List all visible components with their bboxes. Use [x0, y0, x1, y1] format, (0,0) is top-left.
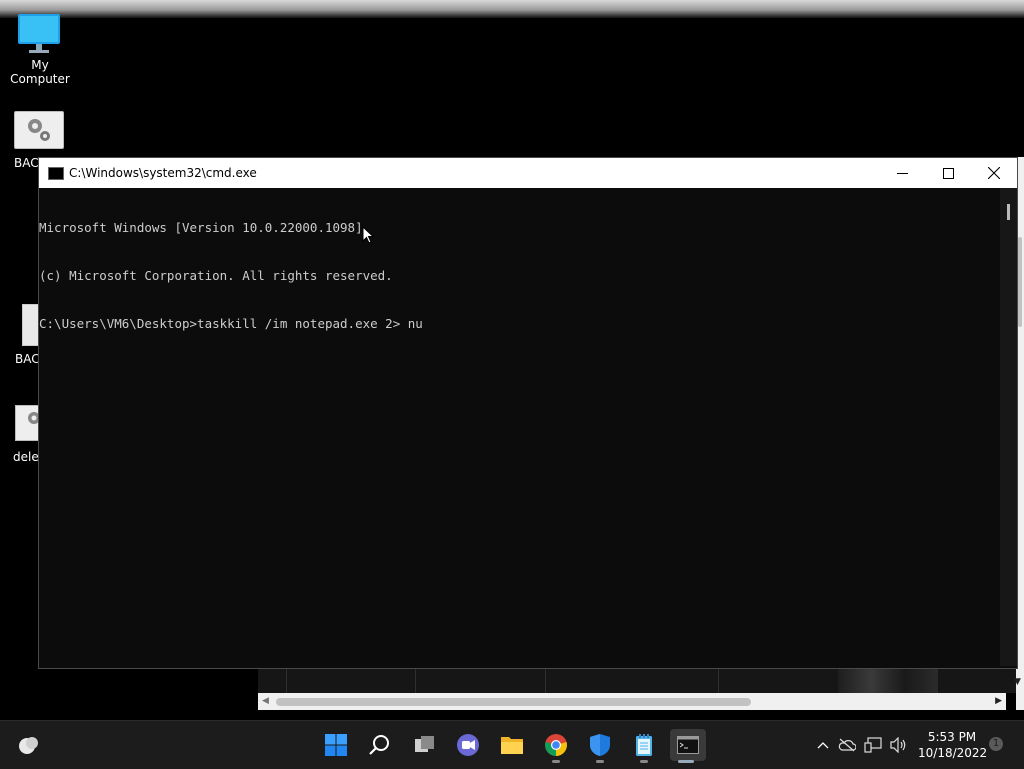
onedrive-tray-button[interactable] — [836, 721, 858, 769]
teams-chat-icon — [457, 734, 479, 756]
maximize-icon — [942, 167, 954, 179]
running-indicator — [596, 760, 604, 763]
cmd-app-icon — [48, 167, 64, 180]
defender-button[interactable] — [584, 729, 616, 763]
running-indicator — [640, 760, 648, 763]
notepad-icon — [636, 734, 652, 756]
chrome-icon — [545, 734, 567, 756]
background-window-edge — [0, 0, 1024, 18]
console-output[interactable]: Microsoft Windows [Version 10.0.22000.10… — [39, 188, 999, 666]
defender-icon — [590, 734, 610, 756]
running-indicator — [552, 760, 560, 763]
show-hidden-icons-button[interactable] — [812, 721, 834, 769]
minimize-button[interactable] — [879, 158, 925, 188]
network-tray-button[interactable] — [862, 721, 884, 769]
task-view-icon — [415, 736, 434, 752]
search-button[interactable] — [364, 729, 396, 761]
close-icon — [988, 167, 1000, 179]
volume-tray-button[interactable] — [888, 721, 910, 769]
start-icon — [325, 734, 347, 756]
background-window-content — [258, 667, 1024, 693]
desktop-icon-label: BAC — [15, 352, 40, 366]
cmd-taskbar-button[interactable] — [670, 729, 706, 763]
mouse-cursor-icon — [362, 226, 374, 244]
monitor-icon — [18, 14, 60, 53]
widgets-icon — [19, 737, 38, 754]
desktop-icon-label: BAC — [14, 156, 39, 170]
taskbar: 5:53 PM 10/18/2022 — [0, 720, 1024, 769]
scrollbar-thumb[interactable] — [276, 698, 751, 706]
minimize-icon — [896, 172, 908, 174]
chevron-up-icon — [817, 742, 829, 749]
task-view-button[interactable] — [409, 729, 441, 761]
cmd-icon — [677, 736, 699, 754]
volume-icon — [890, 737, 906, 753]
settings-file-icon — [14, 111, 64, 149]
file-explorer-icon — [501, 737, 523, 754]
console-line: Microsoft Windows [Version 10.0.22000.10… — [39, 220, 363, 235]
notification-badge[interactable]: 1 — [989, 737, 1003, 751]
notepad-button[interactable] — [628, 729, 660, 763]
close-button[interactable] — [971, 158, 1017, 188]
window-titlebar[interactable]: C:\Windows\system32\cmd.exe — [39, 158, 1017, 188]
desktop-icon-label: My Computer — [10, 58, 70, 86]
clock-time: 5:53 PM — [927, 730, 977, 744]
horizontal-scrollbar[interactable]: ◀ ▶ — [258, 693, 1006, 710]
teams-chat-button[interactable] — [452, 729, 484, 761]
console-line: C:\Users\VM6\Desktop>taskkill /im notepa… — [39, 316, 423, 331]
scroll-down-icon[interactable]: ▼ — [1014, 677, 1021, 687]
network-icon — [864, 737, 882, 753]
scrollbar-thumb[interactable] — [1007, 204, 1010, 220]
active-indicator — [678, 760, 694, 763]
onedrive-icon — [838, 738, 856, 752]
cmd-window[interactable]: C:\Windows\system32\cmd.exe Microsoft Wi… — [38, 157, 1018, 669]
widgets-button[interactable] — [12, 729, 44, 761]
scroll-left-icon[interactable]: ◀ — [262, 696, 269, 706]
start-button[interactable] — [320, 729, 352, 761]
search-icon — [369, 735, 389, 755]
maximize-button[interactable] — [925, 158, 971, 188]
console-scrollbar[interactable] — [1000, 188, 1017, 666]
file-explorer-button[interactable] — [496, 729, 528, 761]
taskbar-clock[interactable]: 5:53 PM 10/18/2022 — [918, 729, 988, 761]
clock-date: 10/18/2022 — [918, 746, 988, 760]
scroll-right-icon[interactable]: ▶ — [995, 696, 1002, 706]
scrollbar-thumb[interactable] — [1018, 237, 1022, 327]
chrome-button[interactable] — [540, 729, 572, 763]
window-title: C:\Windows\system32\cmd.exe — [69, 166, 257, 180]
console-line: (c) Microsoft Corporation. All rights re… — [39, 268, 393, 283]
